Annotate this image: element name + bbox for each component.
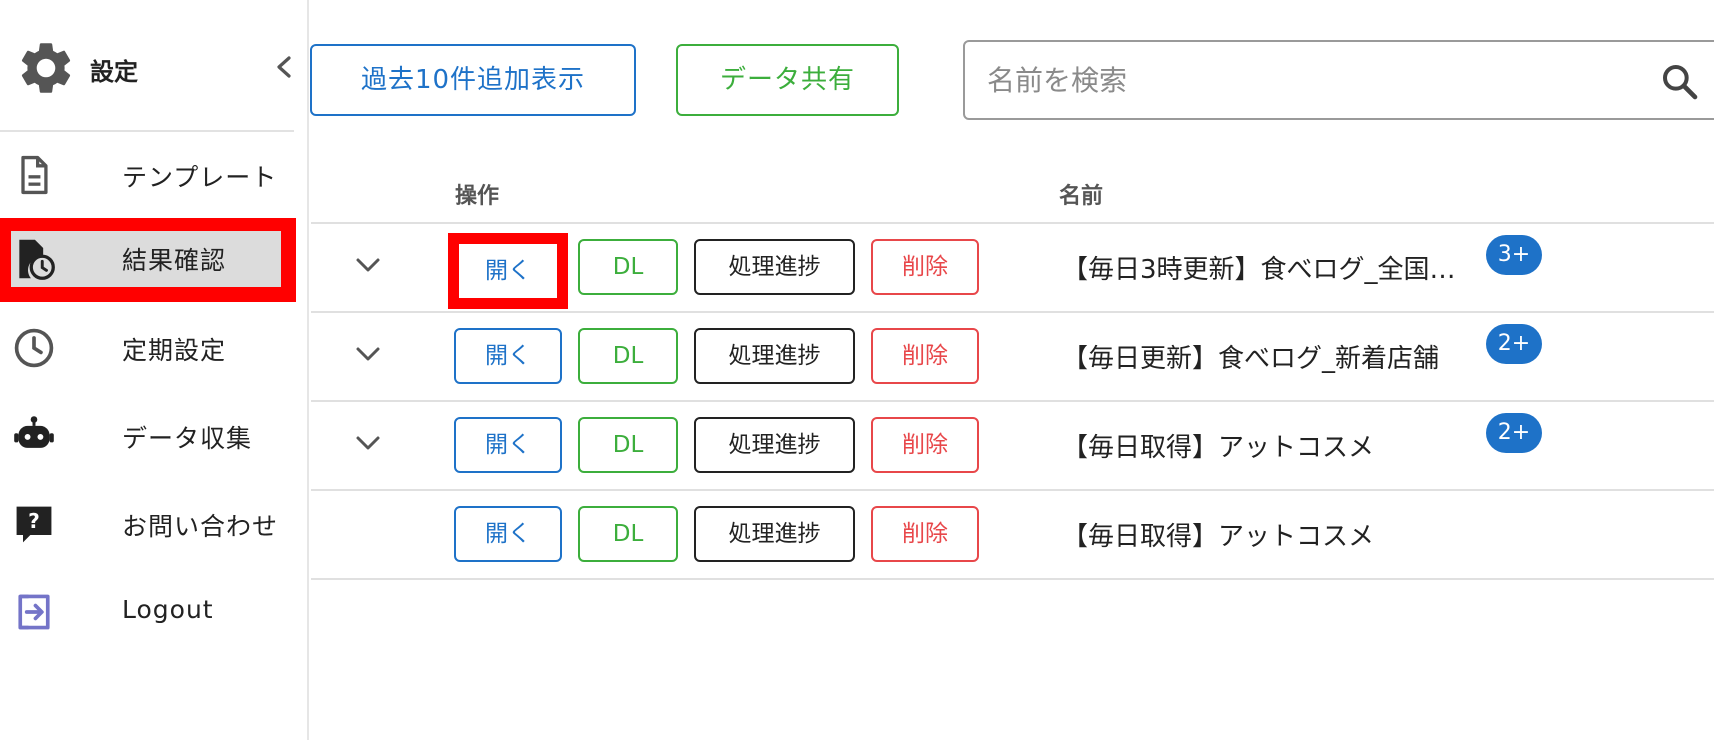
document-icon [21,155,48,195]
row-name[interactable]: 【毎日取得】アットコスメ [1062,516,1472,553]
sidebar-item-results[interactable]: 結果確認 [0,218,296,302]
table-row: 開く DL 処理進捗 削除 【毎日取得】アットコスメ [311,490,1714,579]
search-input[interactable] [987,54,1607,106]
table-row: 開く DL 処理進捗 削除 【毎日取得】アットコスメ 2+ [311,401,1714,490]
download-button[interactable]: DL [578,328,678,384]
download-button[interactable]: DL [578,239,678,295]
clock-icon [14,328,54,368]
share-data-button[interactable]: データ共有 [676,44,899,116]
delete-button[interactable]: 削除 [871,328,979,384]
progress-button[interactable]: 処理進捗 [694,417,855,473]
open-button[interactable]: 開く [459,244,557,298]
sidebar-item-template[interactable]: テンプレート [0,132,294,218]
chevron-down-icon[interactable] [353,344,383,364]
table-row: 開く DL 処理進捗 削除 【毎日3時更新】食べログ_全国新着店舗 3+ [311,223,1714,312]
gear-icon [21,43,71,93]
download-button[interactable]: DL [578,506,678,562]
sidebar-header: 設定 [0,0,294,132]
delete-button[interactable]: 削除 [871,239,979,295]
help-chat-icon: ? [16,506,52,543]
table-row: 開く DL 処理進捗 削除 【毎日更新】食べログ_新着店舗 2+ [311,312,1714,401]
chevron-left-icon[interactable] [272,52,296,82]
sidebar-item-label: 結果確認 [122,246,227,275]
delete-button[interactable]: 削除 [871,506,979,562]
file-clock-icon [19,239,55,280]
logout-icon [18,594,50,630]
download-button[interactable]: DL [578,417,678,473]
progress-button[interactable]: 処理進捗 [694,239,855,295]
sidebar-item-contact[interactable]: ? お問い合わせ [0,481,294,567]
chevron-down-icon[interactable] [353,255,383,275]
sidebar-item-label: Logout [122,595,214,624]
highlight-frame: 開く [448,233,568,309]
sidebar-item-logout[interactable]: Logout [0,569,294,655]
open-button[interactable]: 開く [454,328,562,384]
sidebar: 設定 テンプレート 結果確認 定期設定 データ収集 ? お問い合わせ Logou… [0,0,309,740]
search-icon[interactable] [1660,62,1700,102]
count-badge: 3+ [1486,235,1542,275]
sidebar-item-schedule[interactable]: 定期設定 [0,305,294,391]
delete-button[interactable]: 削除 [871,417,979,473]
sidebar-item-label: データ収集 [122,424,253,453]
show-more-button[interactable]: 過去10件追加表示 [310,44,636,116]
search-box [963,40,1714,120]
column-header-name: 名前 [1059,184,1104,209]
count-badge: 2+ [1486,324,1542,364]
count-badge: 2+ [1486,413,1542,453]
progress-button[interactable]: 処理進捗 [694,328,855,384]
sidebar-title: 設定 [90,58,138,86]
row-name[interactable]: 【毎日更新】食べログ_新着店舗 [1062,338,1472,375]
sidebar-item-label: お問い合わせ [122,512,279,541]
row-divider [311,578,1714,580]
sidebar-item-label: 定期設定 [122,336,227,365]
progress-button[interactable]: 処理進捗 [694,506,855,562]
column-header-ops: 操作 [455,184,500,209]
sidebar-item-label: テンプレート [122,163,278,192]
open-button[interactable]: 開く [454,506,562,562]
robot-icon [14,416,54,448]
open-button[interactable]: 開く [454,417,562,473]
row-name[interactable]: 【毎日3時更新】食べログ_全国新着店舗 [1062,249,1472,286]
svg-text:?: ? [28,509,40,533]
chevron-down-icon[interactable] [353,433,383,453]
row-name[interactable]: 【毎日取得】アットコスメ [1062,427,1472,464]
sidebar-item-data-collection[interactable]: データ収集 [0,393,294,479]
